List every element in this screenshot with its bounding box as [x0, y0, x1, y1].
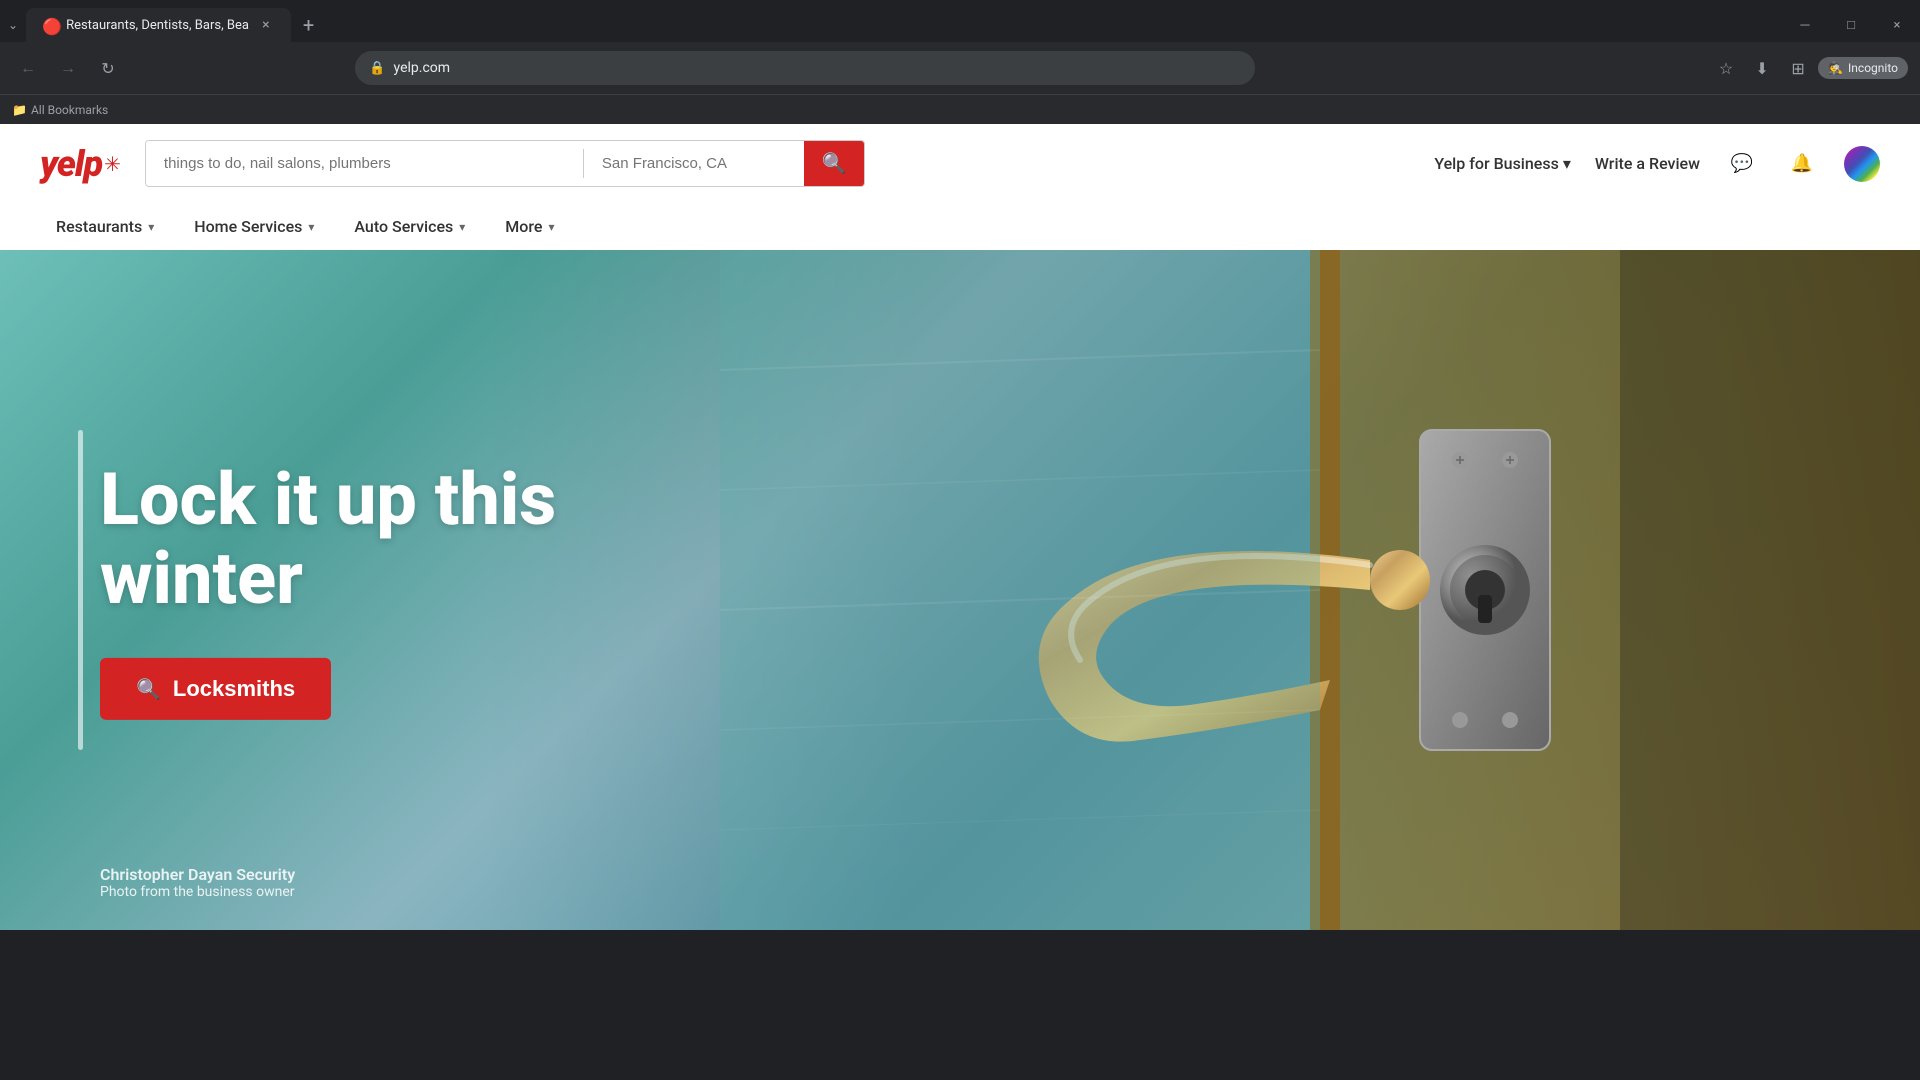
yelp-logo[interactable]: yelp ✳ — [40, 143, 121, 185]
nav-auto-services[interactable]: Auto Services ▾ — [338, 203, 481, 250]
toolbar-actions: ☆ ⬇ ⊞ 🕵️ Incognito — [1710, 52, 1908, 84]
hero-locksmith-image — [480, 250, 1920, 930]
search-input[interactable] — [146, 141, 583, 186]
bookmarks-label: All Bookmarks — [31, 103, 108, 117]
download-icon[interactable]: ⬇ — [1746, 52, 1778, 84]
lock-svg — [720, 250, 1920, 930]
yelp-business-label: Yelp for Business — [1434, 154, 1559, 173]
hero-content: Lock it up this winter 🔍 Locksmiths — [100, 460, 556, 720]
url-display: yelp.com — [394, 60, 1242, 76]
hero-section: Lock it up this winter 🔍 Locksmiths Chri… — [0, 250, 1920, 930]
maximize-button[interactable]: □ — [1828, 8, 1874, 42]
incognito-label: Incognito — [1848, 61, 1898, 75]
yelp-logo-burst: ✳ — [104, 152, 121, 176]
address-bar[interactable]: 🔒 yelp.com — [355, 51, 1255, 85]
browser-tab-bar: ⌄ 🔴 Restaurants, Dentists, Bars, Bea × +… — [0, 0, 1920, 42]
write-review-label: Write a Review — [1595, 154, 1700, 173]
bookmarks-folder-icon: 📁 — [12, 103, 27, 117]
nav-auto-services-chevron: ▾ — [459, 220, 465, 234]
extensions-icon[interactable]: ⊞ — [1782, 52, 1814, 84]
nav-restaurants-chevron: ▾ — [148, 220, 154, 234]
browser-chrome: ⌄ 🔴 Restaurants, Dentists, Bars, Bea × +… — [0, 0, 1920, 124]
yelp-nav: Restaurants ▾ Home Services ▾ Auto Servi… — [0, 203, 1920, 250]
yelp-page: yelp ✳ 🔍 Yelp for Business ▾ Write a Rev… — [0, 124, 1920, 930]
hero-title-line1: Lock it up this — [100, 460, 556, 539]
refresh-button[interactable]: ↻ — [92, 52, 124, 84]
nav-auto-services-label: Auto Services — [354, 217, 453, 236]
locksmiths-search-icon: 🔍 — [136, 677, 161, 702]
new-tab-button[interactable]: + — [291, 13, 326, 37]
ssl-lock-icon: 🔒 — [369, 61, 385, 76]
write-review-button[interactable]: Write a Review — [1595, 154, 1700, 173]
nav-more-label: More — [505, 217, 542, 236]
user-avatar-button[interactable] — [1844, 146, 1880, 182]
hero-photo-credit: Christopher Dayan Security Photo from th… — [100, 865, 295, 900]
close-button[interactable]: × — [1874, 8, 1920, 42]
incognito-hat-icon: 🕵️ — [1828, 61, 1843, 75]
nav-restaurants[interactable]: Restaurants ▾ — [40, 203, 170, 250]
locksmiths-cta-button[interactable]: 🔍 Locksmiths — [100, 658, 331, 720]
tab-title: Restaurants, Dentists, Bars, Bea — [66, 18, 249, 33]
tab-favicon: 🔴 — [42, 17, 58, 33]
nav-more-chevron: ▾ — [548, 220, 554, 234]
nav-home-services-label: Home Services — [194, 217, 302, 236]
nav-home-services-chevron: ▾ — [308, 220, 314, 234]
hero-title-line2: winter — [100, 539, 556, 618]
nav-more[interactable]: More ▾ — [489, 203, 570, 250]
locksmiths-cta-label: Locksmiths — [173, 676, 295, 702]
location-input[interactable] — [584, 141, 804, 186]
yelp-header: yelp ✳ 🔍 Yelp for Business ▾ Write a Rev… — [0, 124, 1920, 203]
notifications-bell-icon[interactable]: 🔔 — [1784, 146, 1820, 182]
search-form: 🔍 — [145, 140, 865, 187]
yelp-for-business-button[interactable]: Yelp for Business ▾ — [1434, 154, 1571, 173]
search-button[interactable]: 🔍 — [804, 141, 864, 186]
window-controls: ─ □ × — [1782, 8, 1920, 42]
chat-icon[interactable]: 💬 — [1724, 146, 1760, 182]
incognito-indicator: 🕵️ Incognito — [1818, 57, 1908, 79]
hero-accent-bar — [78, 430, 83, 750]
header-nav: Yelp for Business ▾ Write a Review 💬 🔔 — [1434, 146, 1880, 182]
search-icon: 🔍 — [821, 151, 846, 176]
minimize-button[interactable]: ─ — [1782, 8, 1828, 42]
credit-business-name: Christopher Dayan Security — [100, 865, 295, 884]
browser-tab-active[interactable]: 🔴 Restaurants, Dentists, Bars, Bea × — [26, 8, 291, 42]
business-dropdown-chevron: ▾ — [1563, 154, 1571, 173]
credit-subtitle: Photo from the business owner — [100, 884, 295, 900]
back-button[interactable]: ← — [12, 52, 44, 84]
tab-scroll-arrow[interactable]: ⌄ — [0, 18, 26, 32]
nav-restaurants-label: Restaurants — [56, 217, 142, 236]
nav-home-services[interactable]: Home Services ▾ — [178, 203, 330, 250]
bookmark-star-icon[interactable]: ☆ — [1710, 52, 1742, 84]
yelp-logo-text: yelp — [40, 143, 102, 185]
forward-button[interactable]: → — [52, 52, 84, 84]
bookmarks-bar: 📁 All Bookmarks — [0, 94, 1920, 124]
tab-close-button[interactable]: × — [257, 16, 275, 34]
hero-title: Lock it up this winter — [100, 460, 556, 618]
browser-toolbar: ← → ↻ 🔒 yelp.com ☆ ⬇ ⊞ 🕵️ Incognito — [0, 42, 1920, 94]
